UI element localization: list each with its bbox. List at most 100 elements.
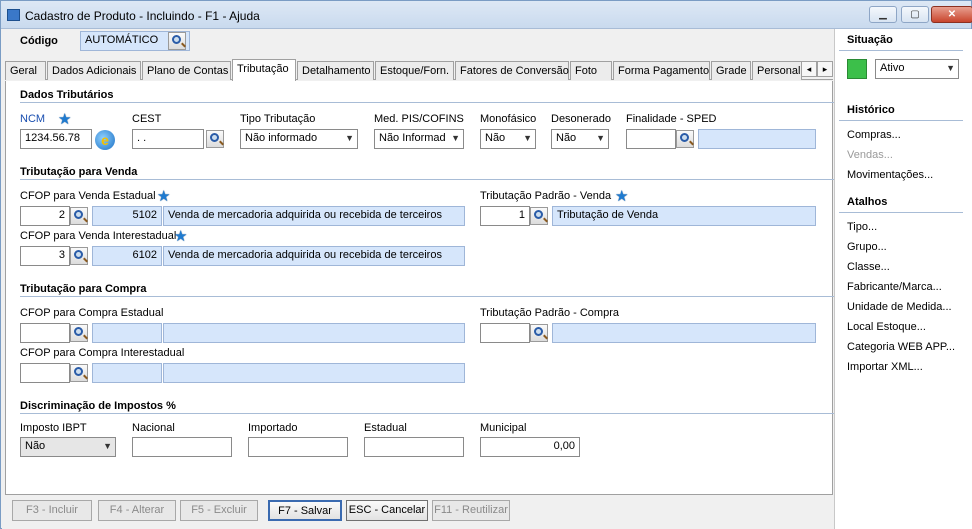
med-pis-cofins-label: Med. PIS/COFINS bbox=[374, 113, 464, 125]
minimize-button[interactable]: ▁ bbox=[869, 6, 897, 23]
cfop-compra-interestadual-search-button[interactable] bbox=[70, 364, 88, 382]
salvar-button[interactable]: F7 - Salvar bbox=[268, 500, 342, 521]
cfop-venda-estadual-id[interactable]: 2 bbox=[20, 206, 70, 226]
importado-field[interactable] bbox=[248, 437, 348, 457]
cest-label: CEST bbox=[132, 113, 162, 125]
sidebar: Situação Ativo ▼ Histórico Compras... Ven… bbox=[834, 29, 972, 529]
estadual-field[interactable] bbox=[364, 437, 464, 457]
tab-scroll-left-button[interactable]: ◂ bbox=[801, 61, 817, 77]
cfop-venda-interestadual-search-button[interactable] bbox=[70, 247, 88, 265]
incluir-button[interactable]: F3 - Incluir bbox=[12, 500, 92, 521]
tab-fatores-de-conversao[interactable]: Fatores de Conversão bbox=[455, 61, 569, 80]
finalidade-sped-field[interactable] bbox=[626, 129, 676, 149]
tab-tributacao[interactable]: Tributação bbox=[232, 59, 296, 81]
tab-personalizado[interactable]: Personaliz bbox=[752, 61, 802, 80]
atalho-tipo-link[interactable]: Tipo... bbox=[847, 221, 877, 233]
close-button[interactable]: ✕ bbox=[931, 6, 972, 23]
nacional-field[interactable] bbox=[132, 437, 232, 457]
tab-scroll-right-button[interactable]: ▸ bbox=[817, 61, 833, 77]
ncm-label: NCM bbox=[20, 113, 46, 125]
chevron-right-icon: ▸ bbox=[822, 64, 828, 74]
atalho-categoria-web-link[interactable]: Categoria WEB APP... bbox=[847, 341, 955, 353]
situacao-value: Ativo bbox=[880, 62, 905, 74]
tipo-tributacao-select[interactable]: Não informado ▼ bbox=[240, 129, 358, 149]
atalho-local-estoque-link[interactable]: Local Estoque... bbox=[847, 321, 926, 333]
cfop-venda-estadual-code: 5102 bbox=[92, 206, 162, 226]
chevron-down-icon: ▼ bbox=[523, 133, 532, 143]
cfop-compra-interestadual-id[interactable] bbox=[20, 363, 70, 383]
historico-movimentacoes-link[interactable]: Movimentações... bbox=[847, 169, 933, 181]
product-window: Cadastro de Produto - Incluindo - F1 - A… bbox=[0, 0, 972, 529]
atalho-unidade-medida-link[interactable]: Unidade de Medida... bbox=[847, 301, 952, 313]
alterar-button[interactable]: F4 - Alterar bbox=[98, 500, 176, 521]
chevron-down-icon: ▼ bbox=[946, 63, 955, 73]
atalho-fabricante-link[interactable]: Fabricante/Marca... bbox=[847, 281, 942, 293]
finalidade-sped-search-button[interactable] bbox=[676, 130, 694, 148]
tributacao-padrao-venda-label: Tributação Padrão - Venda bbox=[480, 190, 612, 202]
tributacao-panel: Dados Tributários NCM ★ 1234.56.78 e CES… bbox=[5, 81, 834, 495]
atalho-grupo-link[interactable]: Grupo... bbox=[847, 241, 887, 253]
tab-dados-adicionais[interactable]: Dados Adicionais bbox=[47, 61, 141, 80]
atalho-importar-xml-link[interactable]: Importar XML... bbox=[847, 361, 923, 373]
codigo-label: Código bbox=[20, 35, 58, 47]
cfop-compra-estadual-search-button[interactable] bbox=[70, 324, 88, 342]
historico-compras-link[interactable]: Compras... bbox=[847, 129, 901, 141]
close-icon: ✕ bbox=[947, 9, 957, 20]
cfop-compra-interestadual-label: CFOP para Compra Interestadual bbox=[20, 347, 185, 359]
cfop-compra-estadual-label: CFOP para Compra Estadual bbox=[20, 307, 164, 319]
button-bar: F3 - Incluir F4 - Alterar F5 - Excluir F… bbox=[2, 497, 834, 529]
tab-forma-pagamento[interactable]: Forma Pagamento bbox=[613, 61, 710, 80]
cancelar-button[interactable]: ESC - Cancelar bbox=[346, 500, 428, 521]
divider bbox=[839, 120, 963, 121]
codigo-search-button[interactable] bbox=[168, 32, 186, 50]
finalidade-sped-description bbox=[698, 129, 816, 149]
tributacao-padrao-venda-search-button[interactable] bbox=[530, 207, 548, 225]
cfop-venda-estadual-description: Venda de mercadoria adquirida ou recebid… bbox=[163, 206, 465, 226]
app-icon bbox=[7, 9, 20, 21]
cest-field[interactable]: . . bbox=[132, 129, 204, 149]
cfop-venda-estadual-search-button[interactable] bbox=[70, 207, 88, 225]
cfop-compra-estadual-id[interactable] bbox=[20, 323, 70, 343]
excluir-button[interactable]: F5 - Excluir bbox=[180, 500, 258, 521]
desonerado-select[interactable]: Não ▼ bbox=[551, 129, 609, 149]
cfop-venda-estadual-label: CFOP para Venda Estadual bbox=[20, 190, 156, 202]
maximize-icon: ▢ bbox=[910, 9, 920, 20]
chevron-down-icon: ▼ bbox=[451, 133, 460, 143]
star-icon: ★ bbox=[58, 111, 72, 128]
search-icon bbox=[210, 133, 219, 142]
imposto-ibpt-select[interactable]: Não ▼ bbox=[20, 437, 116, 457]
tab-detalhamento[interactable]: Detalhamento bbox=[297, 61, 374, 80]
chevron-down-icon: ▼ bbox=[596, 133, 605, 143]
search-icon bbox=[534, 327, 543, 336]
tab-estoque-forn[interactable]: Estoque/Forn. bbox=[375, 61, 454, 80]
maximize-button[interactable]: ▢ bbox=[901, 6, 929, 23]
tributacao-padrao-venda-id[interactable]: 1 bbox=[480, 206, 530, 226]
tipo-tributacao-value: Não informado bbox=[245, 132, 318, 144]
header-bar: Código AUTOMÁTICO bbox=[2, 29, 834, 59]
monofasico-value: Não bbox=[485, 132, 506, 144]
cest-search-button[interactable] bbox=[206, 130, 224, 148]
atalho-classe-link[interactable]: Classe... bbox=[847, 261, 890, 273]
ncm-field[interactable]: 1234.56.78 bbox=[20, 129, 92, 149]
tab-grade[interactable]: Grade bbox=[711, 61, 751, 80]
search-icon bbox=[74, 327, 83, 336]
tributacao-padrao-compra-id[interactable] bbox=[480, 323, 530, 343]
tab-plano-de-contas[interactable]: Plano de Contas bbox=[142, 61, 231, 80]
municipal-field[interactable]: 0,00 bbox=[480, 437, 580, 457]
title-bar[interactable]: Cadastro de Produto - Incluindo - F1 - A… bbox=[1, 1, 972, 29]
tab-geral[interactable]: Geral bbox=[5, 61, 46, 80]
section-dados-tributarios: Dados Tributários bbox=[20, 89, 834, 103]
search-icon bbox=[172, 35, 181, 44]
med-pis-cofins-select[interactable]: Não Informad ▼ bbox=[374, 129, 464, 149]
star-icon: ★ bbox=[615, 188, 629, 205]
tipo-tributacao-label: Tipo Tributação bbox=[240, 113, 316, 125]
monofasico-label: Monofásico bbox=[480, 113, 537, 125]
situacao-select[interactable]: Ativo ▼ bbox=[875, 59, 959, 79]
tributacao-padrao-compra-search-button[interactable] bbox=[530, 324, 548, 342]
reutilizar-button[interactable]: F11 - Reutilizar bbox=[432, 500, 510, 521]
historico-vendas-link[interactable]: Vendas... bbox=[847, 149, 893, 161]
monofasico-select[interactable]: Não ▼ bbox=[480, 129, 536, 149]
tab-foto[interactable]: Foto bbox=[570, 61, 612, 80]
internet-explorer-icon[interactable]: e bbox=[95, 130, 115, 150]
cfop-venda-interestadual-id[interactable]: 3 bbox=[20, 246, 70, 266]
